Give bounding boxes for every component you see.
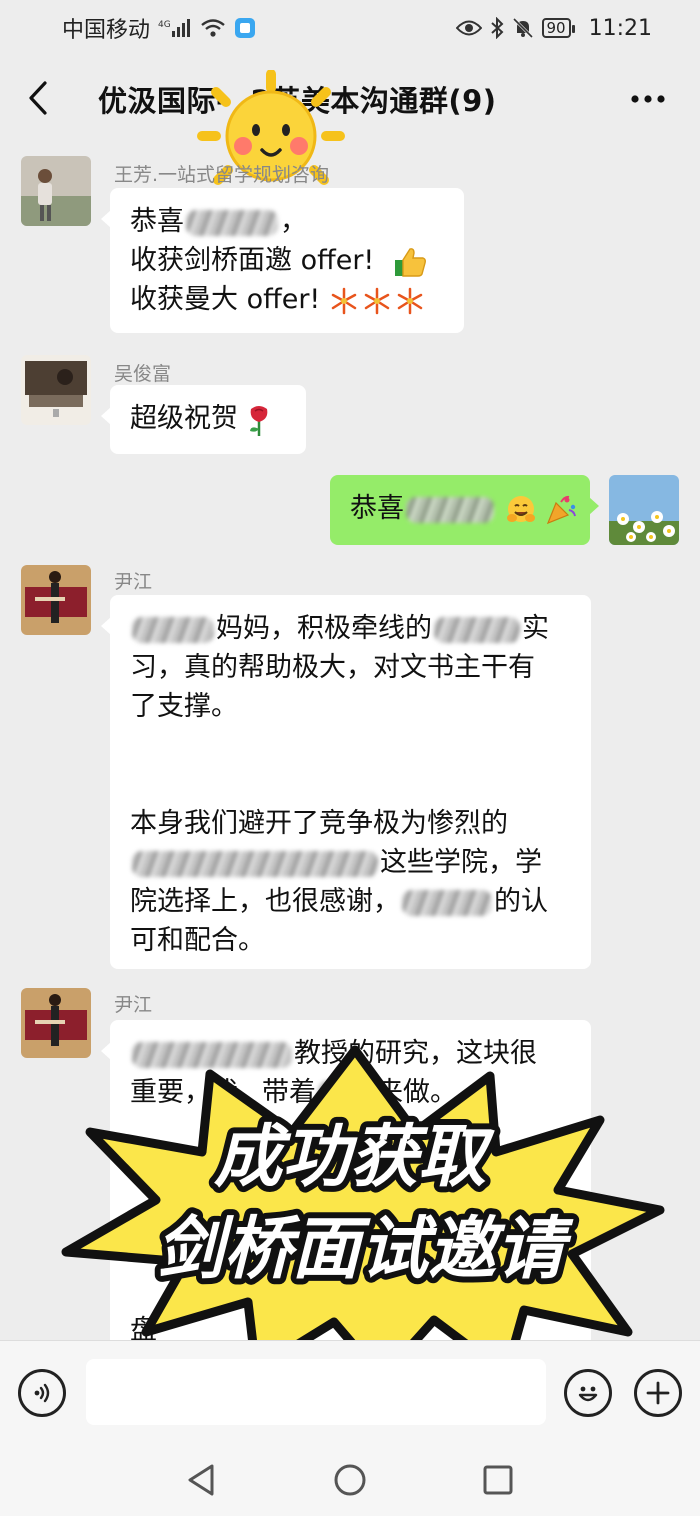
- redacted-name: [434, 616, 520, 643]
- message-text: 恭喜: [130, 206, 184, 237]
- redacted-name: [132, 616, 214, 643]
- triangle-back-icon: [188, 1464, 214, 1496]
- message-text: 实: [522, 613, 549, 644]
- message-text: 这些学院，学: [380, 847, 542, 878]
- sender-name: 尹江: [114, 571, 153, 593]
- message-text: ，: [280, 206, 307, 237]
- message-text: 的认: [494, 886, 548, 917]
- message-bubble[interactable]: 恭喜 ， 收获剑桥面邀 offer! 收获曼大 offer!: [101, 188, 464, 333]
- message-bubble[interactable]: 妈妈，积极牵线的 实 习，真的帮助极大，对文书主干有 了支撑。 本身我们避开了竞争…: [101, 595, 591, 969]
- chevron-left-icon: [29, 81, 47, 115]
- message-text: 妈妈，积极牵线的: [216, 613, 432, 644]
- system-nav-bar: [0, 1440, 700, 1516]
- sender-name: 吴俊富: [114, 363, 172, 385]
- overlay-line-1: 成功获取: [214, 1118, 495, 1197]
- redacted-name: [132, 850, 378, 877]
- wifi-icon: [200, 18, 226, 38]
- message-text: 院选择上，也很感谢，: [130, 886, 400, 917]
- fireworks-icon: [331, 287, 423, 314]
- redacted-name: [186, 209, 278, 236]
- mute-bell-icon: [512, 17, 534, 39]
- message-text: 收获剑桥面邀 offer!: [130, 245, 375, 276]
- message-text: 本身我们避开了竞争极为惨烈的: [130, 808, 508, 839]
- svg-text:4G: 4G: [158, 20, 171, 30]
- more-dots-icon: [631, 95, 665, 103]
- nav-back-button[interactable]: [182, 1460, 222, 1500]
- message-bubble[interactable]: 恭喜: [330, 475, 599, 545]
- message-text: 收获曼大 offer!: [130, 284, 321, 315]
- sender-name: 王芳.一站式留学规划咨询: [114, 164, 330, 186]
- title-bar: 优汲国际- .2英美本沟通群(9): [0, 56, 700, 185]
- my-avatar[interactable]: [609, 475, 679, 545]
- message-text: 习，真的帮助极大，对文书主干有: [130, 652, 535, 683]
- message-text: 可和配合。: [130, 925, 265, 956]
- starburst-sticker: 成功获取 剑桥面试邀请: [61, 1045, 665, 1380]
- circle-home-icon: [334, 1464, 366, 1496]
- nav-home-button[interactable]: [330, 1460, 370, 1500]
- bluetooth-icon: [490, 17, 504, 39]
- hugging-face-icon: [506, 495, 535, 522]
- chat-screen: 中国移动 4G 90 11:21 优汲国际- .2英美本沟通群(9) 王芳.一站…: [0, 0, 700, 1516]
- message-item: 吴俊富 超级祝贺: [0, 345, 700, 460]
- rose-icon: [249, 405, 267, 436]
- carrier-label: 中国移动: [62, 18, 151, 43]
- plus-button[interactable]: [634, 1369, 682, 1417]
- redacted-name: [406, 496, 494, 523]
- party-popper-icon: [547, 495, 577, 524]
- status-bar: 中国移动 4G 90 11:21: [0, 0, 700, 56]
- avatar[interactable]: [21, 355, 91, 425]
- message-text: 恭喜: [350, 493, 404, 524]
- emoji-icon: [578, 1386, 598, 1402]
- avatar[interactable]: [21, 565, 91, 635]
- message-item: 尹江 妈妈，积极牵线的 实 习，真的帮助极大，对文书主干有 了支撑。 本身我们避开…: [0, 565, 700, 980]
- message-text: 超级祝贺: [130, 403, 238, 434]
- status-time: 11:21: [588, 15, 652, 41]
- avatar[interactable]: [21, 156, 91, 226]
- signal-icon: 4G: [158, 18, 192, 38]
- nav-recents-button[interactable]: [478, 1460, 518, 1500]
- plus-icon: [646, 1381, 670, 1405]
- emoji-button[interactable]: [564, 1369, 612, 1417]
- message-item: 恭喜: [0, 465, 700, 565]
- voice-button[interactable]: [18, 1369, 66, 1417]
- chat-title: 优汲国际- .2英美本沟通群(9): [98, 84, 497, 118]
- app-notification-icon: [234, 17, 256, 39]
- square-recents-icon: [483, 1465, 513, 1495]
- voice-icon: [34, 1383, 50, 1403]
- input-bar: [0, 1340, 700, 1441]
- overlay-line-2: 剑桥面试邀请: [156, 1210, 574, 1289]
- more-button[interactable]: [628, 84, 668, 114]
- redacted-name: [402, 889, 492, 916]
- thumbs-up-icon: [394, 247, 426, 277]
- eye-icon: [455, 19, 482, 37]
- battery-indicator: 90: [541, 18, 575, 38]
- sender-name: 尹江: [114, 994, 153, 1016]
- message-item: 王芳.一站式留学规划咨询 恭喜 ， 收获剑桥面邀 offer! 收获曼大 offe…: [0, 140, 700, 340]
- message-text: 了支撑。: [130, 691, 238, 722]
- message-bubble[interactable]: 超级祝贺: [101, 385, 306, 454]
- message-input[interactable]: [86, 1359, 546, 1425]
- back-button[interactable]: [18, 76, 58, 120]
